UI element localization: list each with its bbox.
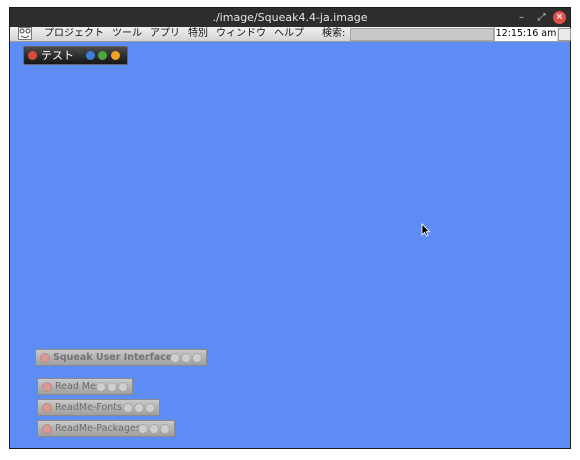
window-label: テスト — [41, 49, 74, 62]
maximize-button[interactable]: ⤢ — [534, 10, 549, 25]
close-button[interactable]: × — [553, 11, 566, 24]
menu-icon[interactable] — [96, 382, 106, 392]
clock: 12:15:16 am — [494, 27, 557, 41]
menu-help[interactable]: ヘルプ — [274, 28, 304, 40]
world-menubar: プロジェクト ツール アプリ 特別 ウィンドウ ヘルプ 検索: 12:15:16… — [10, 27, 571, 42]
search-label: 検索: — [322, 28, 346, 39]
window-label: Squeak User Interface — [53, 352, 173, 363]
minimize-button[interactable]: – — [514, 10, 529, 25]
world-desktop[interactable]: テスト Squeak User Interface Read Me ReadMe… — [10, 42, 570, 448]
menu-icon[interactable] — [86, 51, 95, 60]
menu-tools[interactable]: ツール — [112, 28, 142, 40]
collapse-icon[interactable] — [181, 353, 191, 363]
window-label: ReadMe-Packages — [55, 423, 141, 434]
squeak-app-window: ./image/Squeak4.4-ja.image – ⤢ × プロジェクト … — [10, 8, 571, 448]
collapsed-window-readme-packages[interactable]: ReadMe-Packages — [37, 420, 175, 437]
menu-icon[interactable] — [138, 424, 148, 434]
menu-extras[interactable]: 特別 — [188, 28, 208, 40]
menu-project[interactable]: プロジェクト — [44, 28, 104, 40]
collapsed-window-readme[interactable]: Read Me — [37, 378, 133, 395]
fullscreen-toggle-icon[interactable] — [558, 28, 571, 41]
close-icon[interactable] — [42, 403, 52, 413]
mouse-cursor-icon — [421, 223, 431, 237]
collapsed-window-test[interactable]: テスト — [23, 46, 128, 65]
expand-icon[interactable] — [111, 51, 120, 60]
close-icon[interactable] — [42, 424, 52, 434]
collapse-icon[interactable] — [149, 424, 159, 434]
window-label: Read Me — [55, 381, 96, 392]
collapse-icon[interactable] — [98, 51, 107, 60]
expand-icon[interactable] — [192, 353, 202, 363]
close-icon[interactable] — [42, 382, 52, 392]
menu-apps[interactable]: アプリ — [150, 28, 180, 40]
collapsed-window-readme-fonts[interactable]: ReadMe-Fonts — [37, 399, 160, 416]
collapsed-window-squeak-ui[interactable]: Squeak User Interface — [35, 349, 207, 366]
expand-icon[interactable] — [118, 382, 128, 392]
collapse-icon[interactable] — [107, 382, 117, 392]
menu-icon[interactable] — [123, 403, 133, 413]
close-icon[interactable] — [40, 353, 50, 363]
expand-icon[interactable] — [145, 403, 155, 413]
window-label: ReadMe-Fonts — [55, 402, 122, 413]
window-titlebar[interactable]: ./image/Squeak4.4-ja.image – ⤢ × — [10, 8, 570, 27]
search-input[interactable] — [350, 28, 494, 41]
close-icon[interactable] — [28, 51, 37, 60]
squeak-logo-icon[interactable] — [18, 27, 32, 40]
menu-windows[interactable]: ウィンドウ — [216, 28, 266, 40]
collapse-icon[interactable] — [134, 403, 144, 413]
window-title: ./image/Squeak4.4-ja.image — [212, 11, 368, 24]
expand-icon[interactable] — [160, 424, 170, 434]
menu-icon[interactable] — [170, 353, 180, 363]
